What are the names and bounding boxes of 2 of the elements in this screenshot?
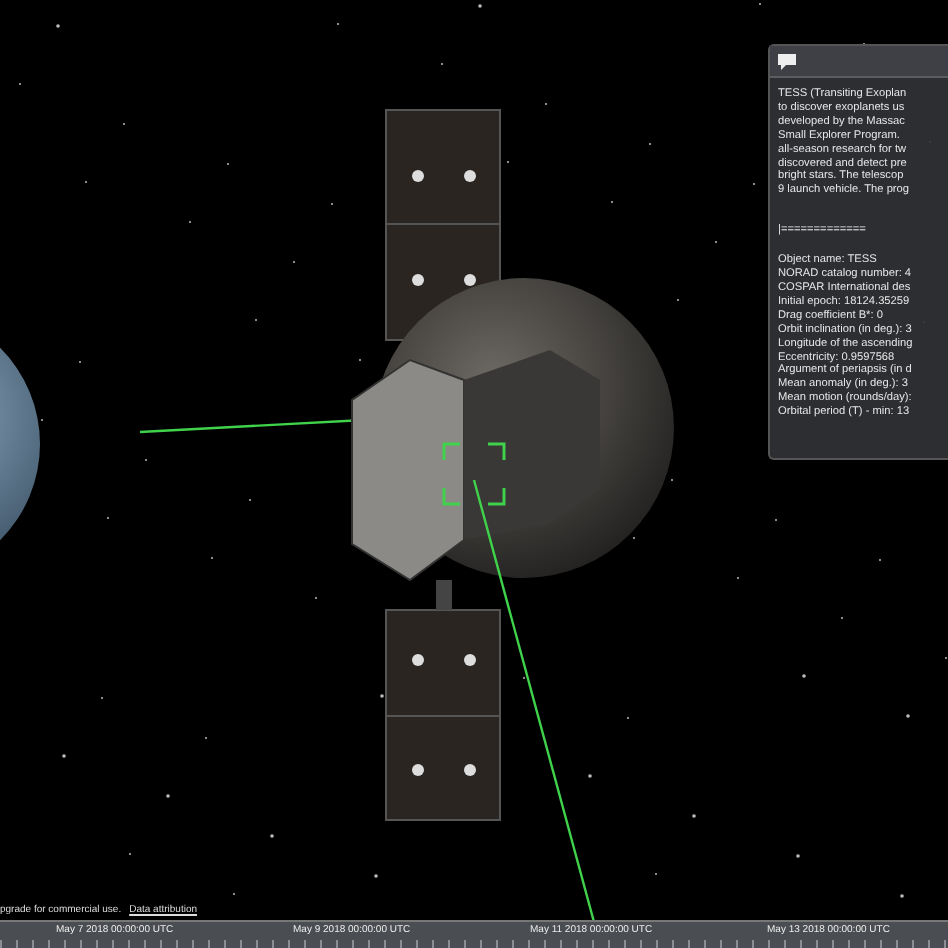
speech-bubble-icon bbox=[778, 53, 796, 69]
target-reticle-icon bbox=[442, 442, 506, 506]
